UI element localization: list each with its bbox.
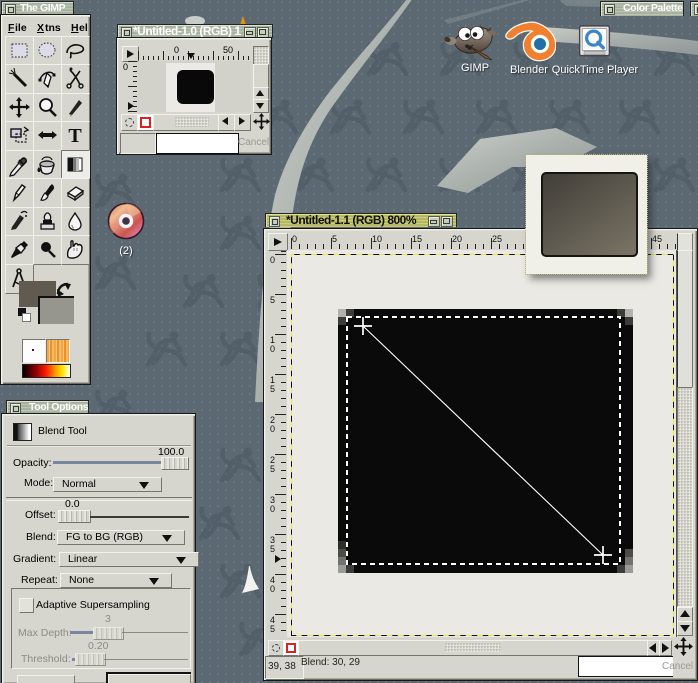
svg-text:T: T [68, 125, 82, 147]
